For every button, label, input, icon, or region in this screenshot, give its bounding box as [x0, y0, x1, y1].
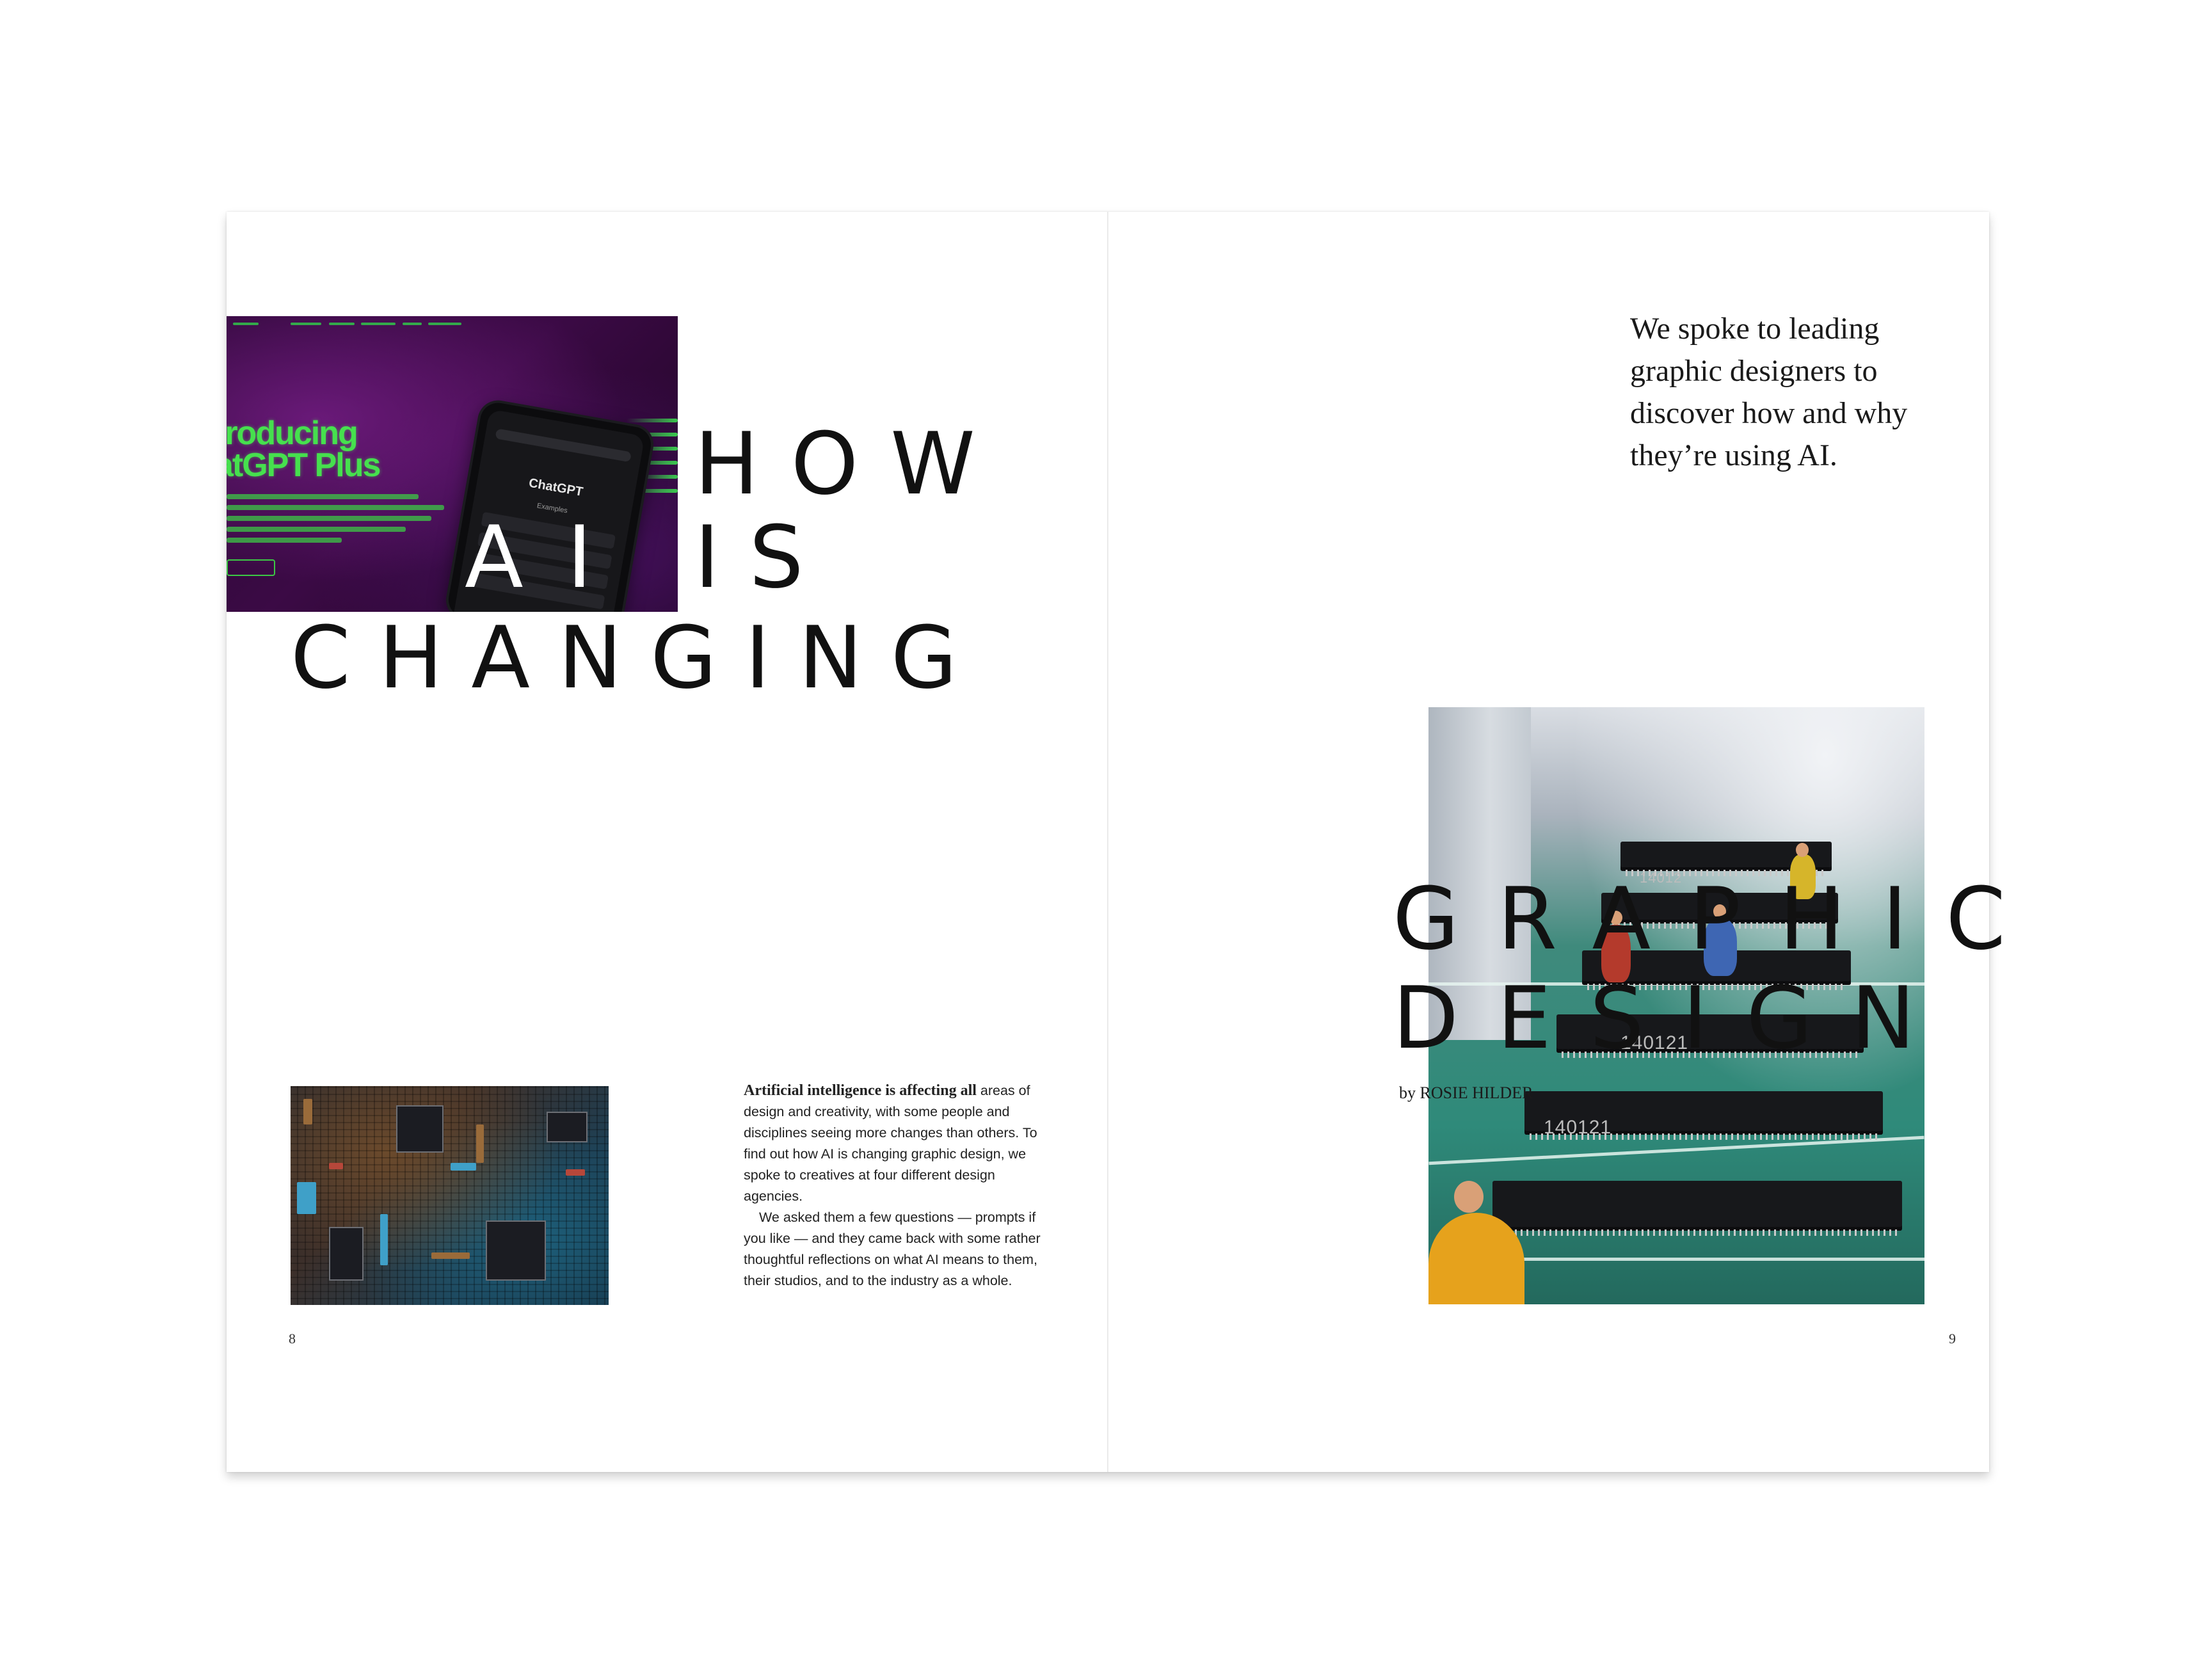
memory-slot: [1492, 1181, 1902, 1236]
photo-body-lines: [227, 494, 457, 548]
photo-nav-bar: [227, 323, 678, 329]
intro-paragraph-1: Artificial intelligence is affecting all…: [744, 1080, 1057, 1207]
component: [297, 1182, 316, 1214]
component: [431, 1252, 470, 1259]
photo-button-shape: [227, 559, 275, 576]
component: [451, 1163, 476, 1171]
component: [329, 1163, 343, 1169]
headline-is: IS: [694, 508, 833, 607]
intro-text: Artificial intelligence is affecting all…: [744, 1080, 1057, 1292]
headline-graphic: GRAPHIC: [1393, 869, 2044, 969]
intro-lead: Artificial intelligence is affecting all: [744, 1082, 977, 1099]
phone-url-bar: [495, 428, 632, 463]
board-trace: [1467, 1258, 1924, 1261]
component: [566, 1169, 585, 1176]
headline-design: DESIGN: [1393, 968, 1954, 1068]
byline: by ROSIE HILDER: [1399, 1084, 1533, 1102]
component: [380, 1214, 388, 1265]
intro-paragraph-2: We asked them a few questions — prompts …: [744, 1210, 1041, 1288]
standfirst: We spoke to leading graphic designers to…: [1630, 312, 1908, 472]
right-page: We spoke to leading graphic designers to…: [1108, 212, 1989, 1472]
chip: [329, 1227, 364, 1281]
chip-label: 140121: [1544, 1117, 1612, 1138]
board-trace: [1428, 1135, 1924, 1165]
page-number-left: 8: [289, 1331, 296, 1347]
component: [476, 1124, 484, 1163]
figurine-head: [1796, 843, 1809, 857]
chip: [396, 1105, 444, 1153]
left-page: troducing atGPT Plus ChatGPT Examples: [227, 212, 1107, 1472]
headline-ai: AI: [465, 508, 636, 607]
headline-how: HOW: [694, 414, 1007, 514]
chip: [547, 1112, 588, 1142]
photo-headline-text: troducing atGPT Plus: [227, 415, 381, 484]
figurine-head: [1454, 1181, 1484, 1213]
intro-p1-rest: areas of design and creativity, with som…: [744, 1083, 1037, 1204]
headline-changing: CHANGING: [291, 608, 986, 708]
page-number-right: 9: [1949, 1331, 1956, 1347]
magazine-spread: troducing atGPT Plus ChatGPT Examples: [227, 212, 2006, 1472]
chip: [486, 1220, 546, 1281]
component: [303, 1099, 312, 1124]
circuit-board-photo: [291, 1086, 609, 1305]
